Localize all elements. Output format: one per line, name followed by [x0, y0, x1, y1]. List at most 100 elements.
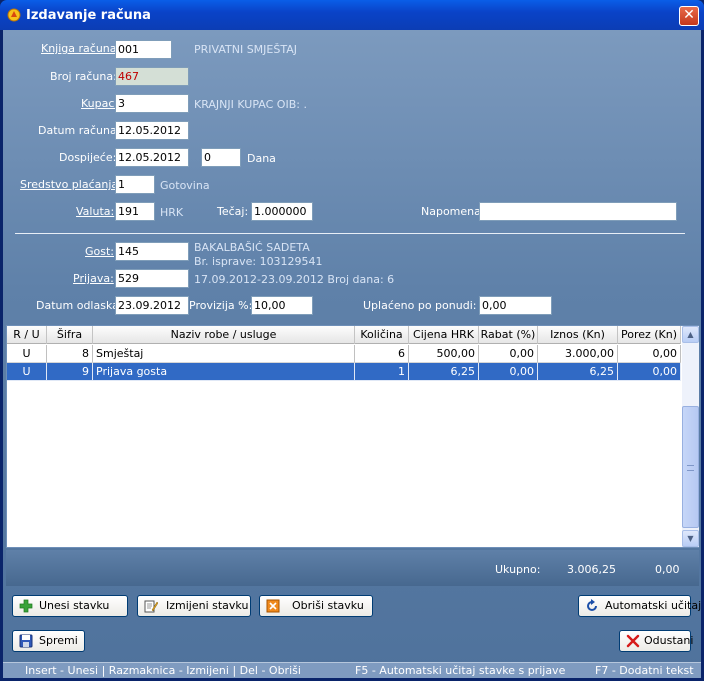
cancel-x-icon	[626, 634, 640, 648]
sredstvo-info: Gotovina	[160, 179, 210, 192]
separator	[15, 233, 685, 234]
datum-label: Datum računa:	[38, 124, 121, 137]
delete-icon	[266, 599, 280, 613]
datum-input[interactable]: 12.05.2012	[115, 121, 189, 140]
title-bar[interactable]: Izdavanje računa ✕	[0, 0, 704, 30]
status-f7-hint: F7 - Dodatni tekst	[595, 664, 694, 677]
cancel-button[interactable]: Odustani	[619, 630, 694, 652]
delete-item-label: Obriši stavku	[292, 599, 364, 612]
cell-rabat: 0,00	[479, 363, 538, 381]
refresh-icon	[587, 599, 597, 611]
provizija-input[interactable]: 10,00	[251, 296, 313, 315]
floppy-disk-icon	[19, 634, 33, 648]
gost-info-document: Br. isprave: 103129541	[194, 255, 323, 268]
col-header-ru[interactable]: R / U	[7, 326, 47, 344]
knjiga-input[interactable]: 001	[115, 40, 172, 59]
kupac-info: KRAJNJI KUPAC OIB: .	[194, 98, 307, 111]
kupac-input[interactable]: 3	[115, 94, 189, 113]
cell-kolicina: 6	[355, 345, 409, 363]
broj-label: Broj računa:	[50, 70, 117, 83]
cell-cijena: 500,00	[409, 345, 479, 363]
scroll-up-icon[interactable]: ▲	[682, 326, 699, 343]
col-header-rabat[interactable]: Rabat (%)	[479, 326, 538, 344]
save-button[interactable]: Spremi	[12, 630, 85, 652]
napomena-input[interactable]	[479, 202, 677, 221]
items-grid[interactable]: R / U Šifra Naziv robe / usluge Količina…	[6, 325, 699, 548]
auto-load-button[interactable]: Automatski učitaj	[578, 595, 701, 617]
edit-item-button[interactable]: Izmijeni stavku	[137, 595, 251, 617]
cell-sifra: 8	[47, 345, 93, 363]
col-header-porez[interactable]: Porez (Kn)	[618, 326, 681, 344]
grid-header: R / U Šifra Naziv robe / usluge Količina…	[7, 326, 681, 344]
dospijece-input[interactable]: 12.05.2012	[115, 148, 189, 167]
col-header-kolicina[interactable]: Količina	[355, 326, 409, 344]
edit-item-label: Izmijeni stavku	[166, 599, 249, 612]
knjiga-label[interactable]: Knjiga računa:	[41, 42, 120, 55]
add-item-button[interactable]: Unesi stavku	[12, 595, 128, 617]
totals-bar: Ukupno: 3.006,25 0,00	[6, 550, 699, 586]
gost-input[interactable]: 145	[115, 242, 189, 261]
dana-label: Dana	[247, 152, 276, 165]
plus-icon	[19, 599, 33, 613]
valuta-info: HRK	[160, 206, 184, 219]
sredstvo-label[interactable]: Sredstvo plaćanja:	[20, 178, 122, 191]
napomena-label: Napomena:	[421, 205, 485, 218]
cell-ru: U	[7, 363, 47, 381]
odlazak-label: Datum odlaska:	[36, 299, 123, 312]
table-row[interactable]: U 8 Smještaj 6 500,00 0,00 3.000,00 0,00	[7, 345, 681, 363]
window-title: Izdavanje računa	[26, 8, 151, 23]
cell-porez: 0,00	[618, 345, 681, 363]
uplaceno-label: Uplaćeno po ponudi:	[363, 299, 477, 312]
totals-label: Ukupno:	[495, 563, 541, 576]
app-icon	[7, 8, 21, 22]
cancel-label: Odustani	[644, 634, 694, 647]
odlazak-input[interactable]: 23.09.2012	[115, 296, 189, 315]
status-bar: Insert - Unesi | Razmaknica - Izmijeni |…	[3, 662, 701, 678]
close-button[interactable]: ✕	[679, 6, 699, 26]
scroll-thumb[interactable]	[682, 406, 699, 528]
totals-porez: 0,00	[655, 563, 680, 576]
gost-label[interactable]: Gost:	[85, 245, 114, 258]
add-item-label: Unesi stavku	[39, 599, 110, 612]
cell-naziv: Prijava gosta	[93, 363, 355, 381]
cell-iznos: 3.000,00	[538, 345, 618, 363]
broj-input: 467	[115, 67, 189, 86]
scroll-down-icon[interactable]: ▼	[682, 530, 699, 547]
cell-iznos: 6,25	[538, 363, 618, 381]
sredstvo-input[interactable]: 1	[115, 175, 155, 194]
valuta-label[interactable]: Valuta:	[76, 205, 114, 218]
delete-item-button[interactable]: Obriši stavku	[259, 595, 373, 617]
dana-input[interactable]: 0	[201, 148, 241, 167]
tecaj-input[interactable]: 1.000000	[251, 202, 313, 221]
cell-naziv: Smještaj	[93, 345, 355, 363]
grid-scrollbar[interactable]: ▲ ▼	[682, 326, 699, 547]
prijava-input[interactable]: 529	[115, 269, 189, 288]
window: Izdavanje računa ✕ Knjiga računa: 001 PR…	[0, 0, 704, 681]
cell-ru: U	[7, 345, 47, 363]
gost-info-name: BAKALBAŠIĆ SADETA	[194, 241, 310, 254]
status-shortcuts: Insert - Unesi | Razmaknica - Izmijeni |…	[25, 664, 301, 677]
form-panel: Knjiga računa: 001 PRIVATNI SMJEŠTAJ Bro…	[3, 30, 701, 678]
cell-kolicina: 1	[355, 363, 409, 381]
totals-iznos: 3.006,25	[567, 563, 616, 576]
col-header-sifra[interactable]: Šifra	[47, 326, 93, 344]
edit-document-icon	[144, 600, 158, 613]
cell-cijena: 6,25	[409, 363, 479, 381]
save-label: Spremi	[39, 634, 78, 647]
col-header-cijena[interactable]: Cijena HRK	[409, 326, 479, 344]
knjiga-info: PRIVATNI SMJEŠTAJ	[194, 43, 297, 56]
prijava-label[interactable]: Prijava:	[73, 272, 114, 285]
kupac-label[interactable]: Kupac:	[81, 97, 118, 110]
dospijece-label: Dospijeće:	[59, 151, 117, 164]
tecaj-label: Tečaj:	[217, 205, 249, 218]
col-header-iznos[interactable]: Iznos (Kn)	[538, 326, 618, 344]
auto-load-label: Automatski učitaj	[605, 599, 702, 612]
cell-rabat: 0,00	[479, 345, 538, 363]
provizija-label: Provizija %:	[189, 299, 253, 312]
table-row-selected[interactable]: U 9 Prijava gosta 1 6,25 0,00 6,25 0,00	[7, 363, 681, 381]
col-header-naziv[interactable]: Naziv robe / usluge	[93, 326, 355, 344]
valuta-input[interactable]: 191	[115, 202, 155, 221]
uplaceno-input[interactable]: 0,00	[479, 296, 552, 315]
status-f5-hint: F5 - Automatski učitaj stavke s prijave	[355, 664, 566, 677]
prijava-info: 17.09.2012-23.09.2012 Broj dana: 6	[194, 273, 395, 286]
